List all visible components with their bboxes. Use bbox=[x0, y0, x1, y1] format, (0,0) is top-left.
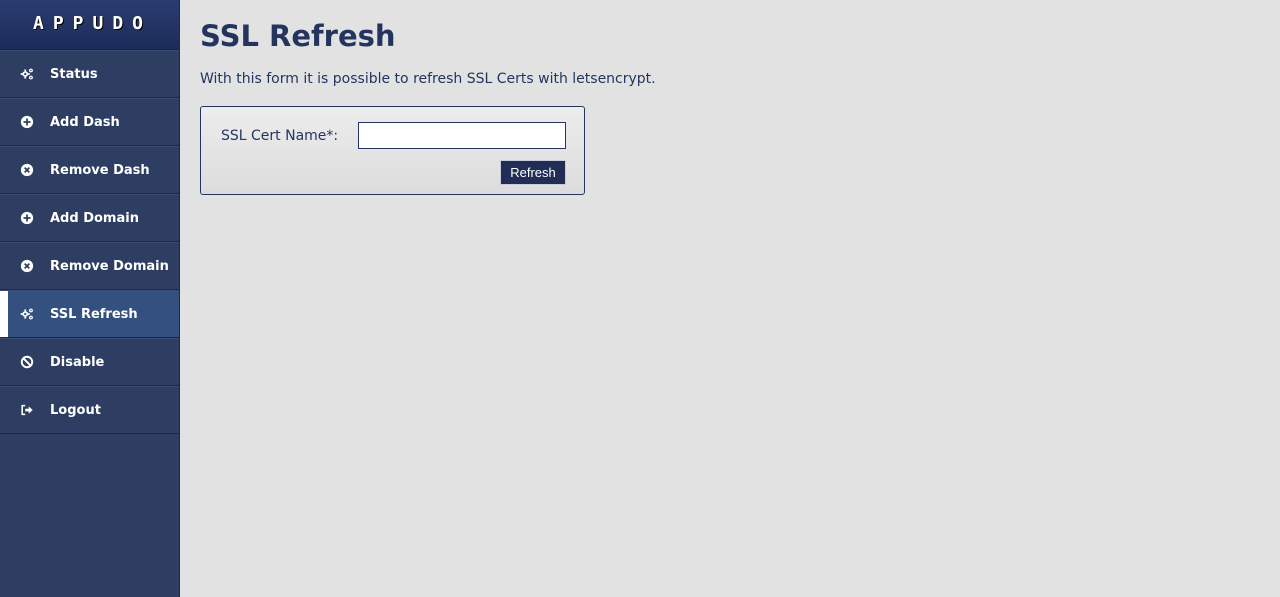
sidebar-item-remove-dash[interactable]: Remove Dash bbox=[0, 146, 179, 194]
times-circle-icon bbox=[20, 259, 34, 273]
main-content: SSL Refresh With this form it is possibl… bbox=[200, 0, 1280, 195]
ssl-cert-name-label: SSL Cert Name*: bbox=[221, 128, 339, 144]
sidebar-item-label: Remove Domain bbox=[50, 258, 169, 274]
sidebar-item-label: Logout bbox=[50, 402, 101, 418]
ban-icon bbox=[20, 355, 34, 369]
times-circle-icon bbox=[20, 163, 34, 177]
sidebar-item-label: Add Domain bbox=[50, 210, 139, 226]
refresh-button[interactable]: Refresh bbox=[500, 160, 566, 185]
cogs-icon bbox=[20, 67, 34, 81]
sidebar-item-label: SSL Refresh bbox=[50, 306, 138, 322]
sidebar-nav: Status Add Dash Remove Dash Add Domain R… bbox=[0, 50, 179, 434]
plus-circle-icon bbox=[20, 115, 34, 129]
sidebar-item-disable[interactable]: Disable bbox=[0, 338, 179, 386]
sidebar-item-ssl-refresh[interactable]: SSL Refresh bbox=[0, 290, 179, 338]
sidebar-item-add-domain[interactable]: Add Domain bbox=[0, 194, 179, 242]
app-root: APPUDO Status Add Dash Remove Dash Add D… bbox=[0, 0, 1280, 597]
brand-logo: APPUDO bbox=[0, 0, 179, 50]
sidebar-item-label: Remove Dash bbox=[50, 162, 150, 178]
sidebar-item-add-dash[interactable]: Add Dash bbox=[0, 98, 179, 146]
page-description: With this form it is possible to refresh… bbox=[200, 71, 656, 87]
sign-out-icon bbox=[20, 403, 34, 417]
sidebar-item-label: Add Dash bbox=[50, 114, 120, 130]
sidebar-item-remove-domain[interactable]: Remove Domain bbox=[0, 242, 179, 290]
sidebar-item-label: Disable bbox=[50, 354, 105, 370]
sidebar-item-logout[interactable]: Logout bbox=[0, 386, 179, 434]
ssl-cert-name-input[interactable] bbox=[358, 122, 566, 149]
cogs-icon bbox=[20, 307, 34, 321]
page-title: SSL Refresh bbox=[200, 19, 396, 53]
sidebar-item-label: Status bbox=[50, 66, 98, 82]
plus-circle-icon bbox=[20, 211, 34, 225]
ssl-refresh-form: SSL Cert Name*: Refresh bbox=[200, 106, 585, 195]
sidebar: APPUDO Status Add Dash Remove Dash Add D… bbox=[0, 0, 180, 597]
sidebar-item-status[interactable]: Status bbox=[0, 50, 179, 98]
